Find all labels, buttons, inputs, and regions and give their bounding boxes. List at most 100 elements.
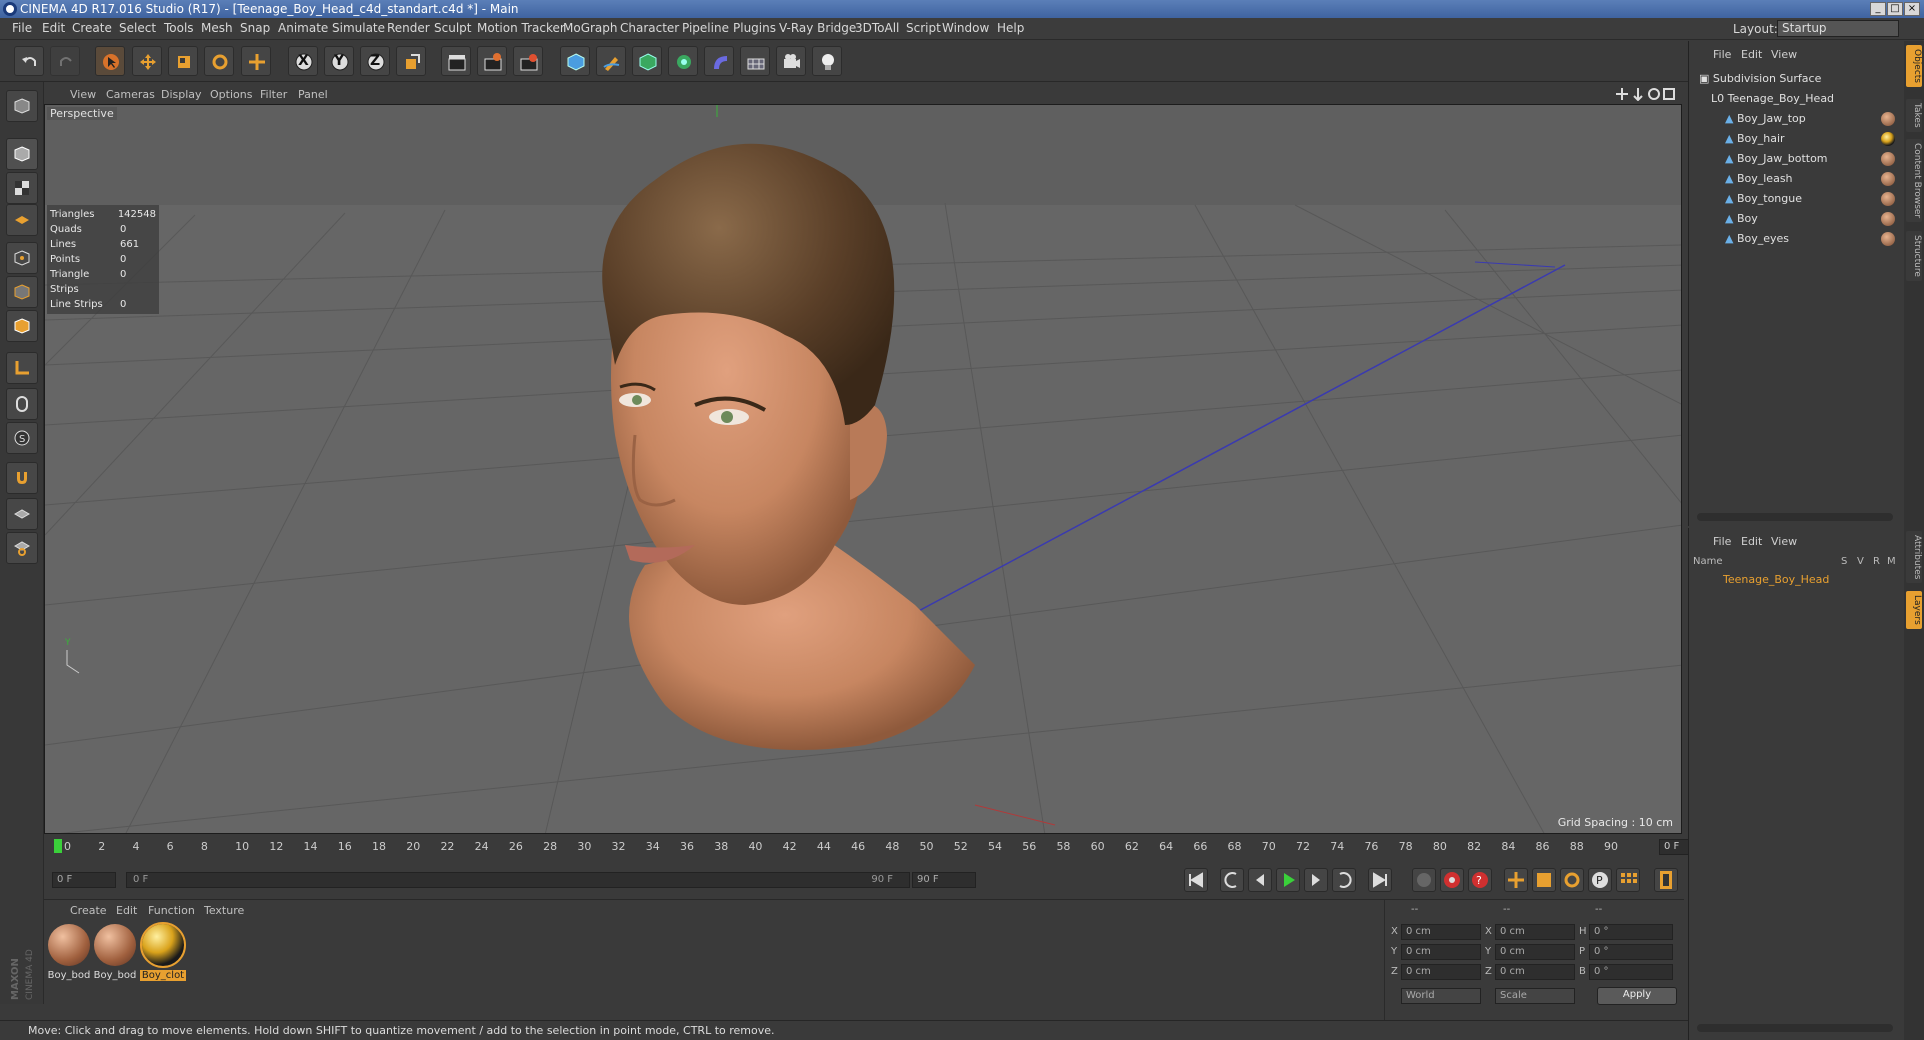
- layer-menu-file[interactable]: File: [1713, 535, 1731, 548]
- layer-row[interactable]: Teenage_Boy_Head: [1689, 570, 1905, 590]
- rotation-h-field[interactable]: 0 °: [1589, 924, 1673, 940]
- layer-hscrollbar[interactable]: [1697, 1024, 1893, 1032]
- menu-mesh[interactable]: Mesh: [201, 21, 233, 35]
- select-tool-button[interactable]: [95, 46, 125, 76]
- tab-objects[interactable]: Objects: [1906, 45, 1922, 88]
- key-rotation-button[interactable]: [1560, 868, 1584, 892]
- minimize-button[interactable]: _: [1870, 2, 1886, 16]
- menu-window[interactable]: Window: [942, 21, 989, 35]
- material-label[interactable]: Boy_bod: [92, 970, 138, 981]
- mograph-cloner-button[interactable]: [668, 46, 698, 76]
- material-label-selected[interactable]: Boy_clot: [140, 970, 186, 981]
- goto-next-key-button[interactable]: [1332, 868, 1356, 892]
- material-menu-texture[interactable]: Texture: [204, 904, 244, 917]
- viewport-camera-label[interactable]: Perspective: [47, 107, 117, 120]
- goto-end-button[interactable]: [1368, 868, 1392, 892]
- viewport-menu-panel[interactable]: Panel: [298, 88, 328, 101]
- viewport-menu-display[interactable]: Display: [161, 88, 202, 101]
- pen-spline-button[interactable]: [596, 46, 626, 76]
- menu-character[interactable]: Character: [620, 21, 679, 35]
- timeline-window-button[interactable]: [1654, 868, 1678, 892]
- z-axis-button[interactable]: Z: [360, 46, 390, 76]
- play-button[interactable]: [1276, 868, 1300, 892]
- camera-button[interactable]: [776, 46, 806, 76]
- make-editable-button[interactable]: [6, 90, 38, 122]
- viewport-menu-filter[interactable]: Filter: [260, 88, 287, 101]
- next-frame-button[interactable]: [1304, 868, 1328, 892]
- tweak-mode-button[interactable]: [6, 388, 38, 420]
- close-button[interactable]: ×: [1904, 2, 1920, 16]
- material-menu-edit[interactable]: Edit: [116, 904, 137, 917]
- workplane-snap-button[interactable]: [6, 532, 38, 564]
- tab-structure[interactable]: Structure: [1906, 231, 1922, 281]
- end-frame-field[interactable]: 90 F: [912, 872, 976, 888]
- deformer-button[interactable]: [704, 46, 734, 76]
- size-y-field[interactable]: 0 cm: [1495, 944, 1575, 960]
- size-z-field[interactable]: 0 cm: [1495, 964, 1575, 980]
- object-menu-file[interactable]: File: [1713, 48, 1731, 61]
- snap-button[interactable]: [6, 462, 38, 494]
- object-row[interactable]: ▣ Subdivision Surface: [1689, 69, 1905, 89]
- material-tag-icon[interactable]: [1881, 172, 1895, 186]
- layer-menu-edit[interactable]: Edit: [1741, 535, 1762, 548]
- menu-script[interactable]: Script: [906, 21, 941, 35]
- viewport-menu-options[interactable]: Options: [210, 88, 252, 101]
- timeline-ruler[interactable]: 0 2 4 6 8 10 12 14 16 18 20 22 24 26 28 30 32 34 36 38 40 42 4…: [44, 836, 1731, 860]
- model-mode-button[interactable]: [6, 138, 38, 170]
- motion-record-button[interactable]: [1412, 868, 1436, 892]
- menu-select[interactable]: Select: [119, 21, 156, 35]
- floor-button[interactable]: [740, 46, 770, 76]
- menu-render[interactable]: Render: [387, 21, 430, 35]
- redo-button[interactable]: [50, 46, 80, 76]
- menu-mograph[interactable]: MoGraph: [563, 21, 618, 35]
- menu-3dtoall[interactable]: 3DToAll: [855, 21, 899, 35]
- goto-start-button[interactable]: [1184, 868, 1208, 892]
- menu-pipeline[interactable]: Pipeline: [682, 21, 729, 35]
- material-swatch[interactable]: [94, 924, 136, 966]
- menu-plugins[interactable]: Plugins: [733, 21, 776, 35]
- polygons-mode-button[interactable]: [6, 310, 38, 342]
- cube-primitive-button[interactable]: [560, 46, 590, 76]
- maximize-button[interactable]: □: [1887, 2, 1903, 16]
- start-frame-field[interactable]: 0 F: [52, 872, 116, 888]
- apply-button[interactable]: Apply: [1597, 987, 1677, 1005]
- material-tag-icon[interactable]: [1881, 132, 1895, 146]
- render-picture-viewer-button[interactable]: [477, 46, 507, 76]
- texture-mode-button[interactable]: [6, 172, 38, 204]
- menu-tools[interactable]: Tools: [164, 21, 194, 35]
- object-row[interactable]: L0 Teenage_Boy_Head: [1689, 89, 1905, 109]
- playhead-marker[interactable]: [54, 839, 62, 853]
- key-parameter-button[interactable]: P: [1588, 868, 1612, 892]
- perspective-viewport[interactable]: Y Perspective Triangles 142548 Quads 0 Lin…: [44, 104, 1682, 834]
- record-active-objects-button[interactable]: [1440, 868, 1464, 892]
- material-tag-icon[interactable]: [1881, 212, 1895, 226]
- menu-edit[interactable]: Edit: [42, 21, 65, 35]
- object-row[interactable]: ▲ Boy_tongue: [1689, 189, 1905, 209]
- menu-file[interactable]: File: [12, 21, 32, 35]
- solo-mode-button[interactable]: S: [6, 422, 38, 454]
- x-axis-button[interactable]: X: [288, 46, 318, 76]
- axis-mode-button[interactable]: [6, 352, 38, 384]
- coordinate-system-button[interactable]: [396, 46, 426, 76]
- material-tag-icon[interactable]: [1881, 232, 1895, 246]
- material-swatch[interactable]: [48, 924, 90, 966]
- rotation-p-field[interactable]: 0 °: [1589, 944, 1673, 960]
- edges-mode-button[interactable]: [6, 276, 38, 308]
- object-row[interactable]: ▲ Boy: [1689, 209, 1905, 229]
- size-mode-select[interactable]: Scale: [1495, 988, 1575, 1004]
- material-swatch-selected[interactable]: [140, 922, 186, 968]
- rotation-b-field[interactable]: 0 °: [1589, 964, 1673, 980]
- tab-content-browser[interactable]: Content Browser: [1906, 139, 1922, 223]
- menu-sculpt[interactable]: Sculpt: [434, 21, 471, 35]
- previous-frame-button[interactable]: [1248, 868, 1272, 892]
- tab-takes[interactable]: Takes: [1906, 99, 1922, 132]
- move-tool-button[interactable]: [132, 46, 162, 76]
- layout-select[interactable]: Startup: [1777, 20, 1899, 37]
- menu-vray-bridge[interactable]: V-Ray Bridge: [779, 21, 856, 35]
- render-settings-button[interactable]: [513, 46, 543, 76]
- undo-button[interactable]: [14, 46, 44, 76]
- viewport-menu-view[interactable]: View: [70, 88, 96, 101]
- key-pla-button[interactable]: [1616, 868, 1640, 892]
- render-view-button[interactable]: [441, 46, 471, 76]
- menu-snap[interactable]: Snap: [240, 21, 270, 35]
